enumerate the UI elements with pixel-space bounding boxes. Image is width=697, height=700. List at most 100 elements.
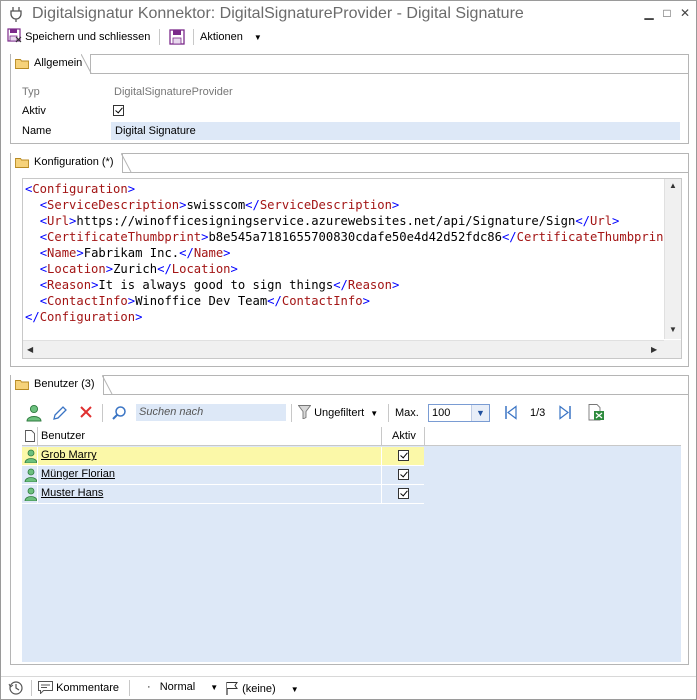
status-bar: Kommentare · Normal ▼ (keine) ▼ xyxy=(1,676,696,699)
toolbar-separator xyxy=(291,404,292,422)
filter-icon xyxy=(297,405,312,420)
scroll-corner xyxy=(664,340,681,358)
xml-code[interactable]: <Configuration> <ServiceDescription>swis… xyxy=(25,181,665,338)
xml-line: <Location>Zurich</Location> xyxy=(39,262,238,276)
filter-label: Ungefiltert xyxy=(314,407,365,419)
active-checkbox[interactable] xyxy=(398,450,409,461)
filter-dropdown[interactable]: Ungefiltert ▼ xyxy=(297,405,379,420)
user-name-link[interactable]: Münger Florian xyxy=(41,468,115,480)
name-label: Name xyxy=(22,125,52,137)
user-icon xyxy=(24,449,38,463)
column-divider xyxy=(37,427,38,446)
first-page-icon[interactable] xyxy=(504,405,518,420)
scroll-down-icon[interactable]: ▼ xyxy=(669,325,677,334)
comments-label: Kommentare xyxy=(56,682,120,694)
general-group: Allgemein Typ DigitalSignatureProvider A… xyxy=(10,54,689,144)
toolbar: Speichern und schliessen Aktionen ▼ xyxy=(1,27,696,47)
toolbar-separator xyxy=(159,29,160,45)
active-checkbox[interactable] xyxy=(398,469,409,480)
max-label: Max. xyxy=(395,407,419,419)
table-row[interactable]: Muster Hans xyxy=(22,485,424,504)
chevron-down-icon: ▼ xyxy=(253,33,262,42)
save-close-button[interactable]: Speichern und schliessen xyxy=(7,27,150,47)
edit-icon[interactable] xyxy=(52,405,68,421)
vertical-scrollbar[interactable]: ▲ ▼ xyxy=(664,179,681,339)
column-divider xyxy=(381,447,382,466)
scroll-right-icon[interactable]: ▶ xyxy=(651,345,657,354)
users-toolbar: Suchen nach Ungefiltert ▼ Max. 100 ▼ 1/3 xyxy=(22,400,681,426)
column-divider xyxy=(381,485,382,504)
column-header-active[interactable]: Aktiv xyxy=(392,430,416,442)
type-value: DigitalSignatureProvider xyxy=(114,86,233,98)
active-checkbox[interactable] xyxy=(398,488,409,499)
tab-users-label: Benutzer (3) xyxy=(34,378,95,390)
save-icon[interactable] xyxy=(169,29,185,45)
maximize-button[interactable]: □ xyxy=(657,4,677,22)
excel-export-icon[interactable] xyxy=(587,404,605,421)
xml-editor[interactable]: <Configuration> <ServiceDescription>swis… xyxy=(22,178,682,359)
xml-line: <Name>Fabrikam Inc.</Name> xyxy=(39,246,231,260)
user-icon xyxy=(24,487,38,501)
toolbar-separator xyxy=(102,404,103,422)
users-group: Benutzer (3) Suchen nach Ungefiltert ▼ M… xyxy=(10,375,689,665)
column-divider xyxy=(381,466,382,485)
scroll-up-icon[interactable]: ▲ xyxy=(669,181,677,190)
window-title: Digitalsignatur Konnektor: DigitalSignat… xyxy=(32,5,524,22)
active-label: Aktiv xyxy=(22,105,46,117)
table-row[interactable]: Grob Marry xyxy=(22,447,424,466)
search-icon[interactable] xyxy=(111,405,127,421)
flag-icon xyxy=(226,682,238,695)
xml-line: <Configuration> xyxy=(25,182,136,196)
scroll-left-icon[interactable]: ◀ xyxy=(27,345,33,354)
priority-dropdown[interactable]: · Normal ▼ xyxy=(147,681,218,693)
column-header-user[interactable]: Benutzer xyxy=(41,430,85,442)
status-separator xyxy=(129,680,130,696)
xml-line: <Reason>It is always good to sign things… xyxy=(39,278,400,292)
tab-config-label: Konfiguration (*) xyxy=(34,156,114,168)
chevron-down-icon: ▼ xyxy=(370,409,379,418)
config-group: Konfiguration (*) <Configuration> <Servi… xyxy=(10,153,689,367)
priority-dot-icon: · xyxy=(147,681,151,693)
actions-menu[interactable]: Aktionen ▼ xyxy=(200,27,262,47)
minimize-button[interactable]: ▁ xyxy=(639,4,659,22)
name-field[interactable]: Digital Signature xyxy=(111,122,680,140)
user-name-link[interactable]: Muster Hans xyxy=(41,487,103,499)
title-bar: Digitalsignatur Konnektor: DigitalSignat… xyxy=(1,1,696,27)
document-icon xyxy=(25,430,35,442)
priority-label: Normal xyxy=(159,681,196,693)
xml-line: <CertificateThumbprint>b8e545a7181655700… xyxy=(39,230,665,244)
close-button[interactable]: ✕ xyxy=(675,4,695,22)
column-divider xyxy=(37,447,38,466)
toolbar-separator xyxy=(193,29,194,45)
search-input[interactable]: Suchen nach xyxy=(136,404,286,421)
page-indicator: 1/3 xyxy=(530,407,546,419)
chevron-down-icon: ▼ xyxy=(290,685,299,694)
flag-dropdown[interactable]: (keine) ▼ xyxy=(225,681,299,695)
xml-line: <Url>https://winofficesigningservice.azu… xyxy=(39,214,620,228)
xml-line: <ServiceDescription>swisscom</ServiceDes… xyxy=(39,198,400,212)
add-user-icon[interactable] xyxy=(26,404,42,422)
tab-general: Allgemein xyxy=(11,54,92,74)
delete-icon[interactable] xyxy=(79,405,93,419)
horizontal-scrollbar[interactable]: ◀ ▶ xyxy=(23,340,666,358)
next-page-icon[interactable] xyxy=(558,405,572,420)
column-divider xyxy=(381,427,382,446)
history-icon[interactable] xyxy=(8,680,24,696)
max-dropdown-button[interactable]: ▼ xyxy=(471,405,489,421)
chevron-down-icon: ▼ xyxy=(476,408,485,418)
tab-slant xyxy=(121,153,132,173)
active-checkbox[interactable] xyxy=(113,105,124,116)
column-divider xyxy=(424,427,425,446)
folder-icon xyxy=(15,380,29,390)
table-row[interactable]: Münger Florian xyxy=(22,466,424,485)
user-icon xyxy=(24,468,38,482)
actions-label: Aktionen xyxy=(200,31,243,43)
comments-button[interactable]: Kommentare xyxy=(38,681,120,695)
comment-icon xyxy=(38,681,53,695)
user-name-link[interactable]: Grob Marry xyxy=(41,449,97,461)
xml-line: </Configuration> xyxy=(25,310,143,324)
tab-general-label: Allgemein xyxy=(34,57,83,69)
column-divider xyxy=(37,485,38,504)
xml-line: <ContactInfo>Winoffice Dev Team</Contact… xyxy=(39,294,370,308)
status-separator xyxy=(31,680,32,696)
